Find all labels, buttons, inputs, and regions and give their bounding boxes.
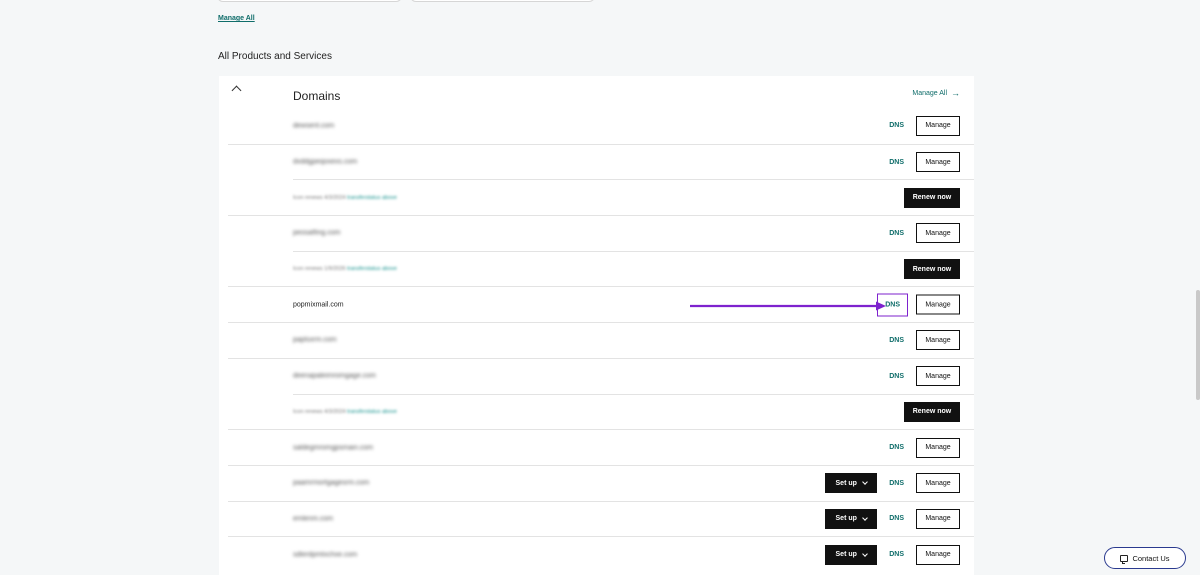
setup-label: Set up [835,551,857,559]
manage-button[interactable]: Manage [916,473,960,494]
renew-info: Icon renews 1/9/2026 transferstatus abov… [293,266,397,272]
renew-row: Icon renews 4/3/2024 transferstatus abov… [228,179,974,215]
domain-row: dxddgpeqoxexs.com DNS Manage [228,143,974,180]
dns-link[interactable]: DNS [885,120,908,131]
domain-name[interactable]: saldegmromgpsmain.com [293,444,373,451]
row-actions: DNS Manage [885,437,960,458]
dns-link[interactable]: DNS [885,442,908,453]
chevron-up-icon[interactable] [231,85,242,96]
dns-link[interactable]: DNS [885,228,908,239]
dns-link[interactable]: DNS [885,157,908,168]
manage-all-label: Manage All [912,90,947,97]
domain-name[interactable]: dewsent.com [293,122,334,129]
setup-label: Set up [835,479,857,487]
setup-button[interactable]: Set up [825,544,878,565]
renew-text: Icon renews 4/3/2024 [293,194,346,201]
renew-now-button[interactable]: Renew now [904,187,960,208]
section-title: All Products and Services [218,51,332,62]
row-actions: DNS Manage [885,366,960,387]
renew-details-link[interactable]: transferstatus above [347,195,397,201]
domain-name[interactable]: sdlerdpmtxchxe.com [293,551,357,558]
renew-info: Icon renews 4/3/2024 transferstatus abov… [293,409,397,415]
domain-name[interactable]: peosatfing.com [293,230,340,237]
domains-manage-all-link[interactable]: Manage All → [912,89,960,98]
domain-row: sdlerdpmtxchxe.com Set up DNS Manage [228,536,974,572]
domain-row: deenapaleimromgage.com DNS Manage [228,357,974,394]
manage-button[interactable]: Manage [916,115,960,136]
domain-row: paplsxrm.com DNS Manage [228,322,974,358]
manage-all-link[interactable]: Manage All [218,15,255,22]
domain-name[interactable]: deenapaleimromgage.com [293,373,376,380]
renew-now-button[interactable]: Renew now [904,259,960,280]
dns-link[interactable]: DNS [885,335,908,346]
domain-name[interactable]: emlenm.com [293,515,333,522]
row-actions: Set up DNS Manage [825,508,960,529]
domain-row: dewsent.com DNS Manage [228,108,974,144]
manage-button[interactable]: Manage [916,330,960,351]
domain-row: saldegmromgpsmain.com DNS Manage [228,429,974,465]
arrow-right-icon: → [951,88,960,98]
renew-text: Icon renews 1/9/2026 [293,266,346,273]
row-actions: Renew now [904,401,960,422]
row-actions: DNS Manage [885,152,960,173]
dns-link[interactable]: DNS [885,478,908,489]
row-actions: DNS Manage [885,330,960,351]
setup-label: Set up [835,515,857,523]
manage-button[interactable]: Manage [916,544,960,565]
setup-button[interactable]: Set up [825,508,878,529]
renew-row: Icon renews 4/3/2024 transferstatus abov… [228,393,974,430]
dns-link[interactable]: DNS [885,371,908,382]
row-actions: Set up DNS Manage [825,473,960,494]
domain-row: paamrmortgagesrm.com Set up DNS Manage [228,464,974,501]
row-actions: Renew now [904,259,960,280]
manage-button[interactable]: Manage [916,223,960,244]
row-actions: DNS Manage [885,115,960,136]
renew-details-link[interactable]: transferstatus above [347,409,397,415]
renew-row: Icon renews 1/9/2026 transferstatus abov… [228,250,974,287]
manage-button[interactable]: Manage [916,152,960,173]
domain-name[interactable]: popmixmail.com [293,301,344,308]
manage-button[interactable]: Manage [916,508,960,529]
panel-header: Domains Manage All → [219,76,974,108]
renew-now-button[interactable]: Renew now [904,401,960,422]
contact-us-button[interactable]: Contact Us [1104,547,1186,569]
scrollbar[interactable] [1196,290,1200,400]
domain-name[interactable]: paplsxrm.com [293,337,337,344]
manage-button[interactable]: Manage [916,437,960,458]
renew-text: Icon renews 4/3/2024 [293,408,346,415]
dns-link[interactable]: DNS [885,513,908,524]
domain-row: peosatfing.com DNS Manage [228,215,974,251]
product-card[interactable] [410,0,595,2]
manage-button[interactable]: Manage [916,366,960,387]
chevron-down-icon [862,479,868,486]
chat-icon [1120,554,1129,564]
row-actions: DNS Manage [885,223,960,244]
setup-button[interactable]: Set up [825,473,878,494]
top-cards [217,0,595,2]
renew-details-link[interactable]: transferstatus above [347,266,397,272]
chevron-down-icon [862,550,868,557]
row-actions: Set up DNS Manage [825,544,960,565]
renew-info: Icon renews 4/3/2024 transferstatus abov… [293,195,397,201]
manage-button[interactable]: Manage [916,294,960,315]
domains-panel: Domains Manage All → dewsent.com DNS Manag… [219,76,974,575]
dns-link[interactable]: DNS [885,549,908,560]
domain-list: dewsent.com DNS Manage dxddgpeqoxexs.com DNS… [219,108,974,572]
panel-title: Domains [293,89,341,103]
contact-us-label: Contact Us [1132,553,1170,563]
product-card[interactable] [217,0,402,2]
domain-row: emlenm.com Set up DNS Manage [228,500,974,537]
chevron-down-icon [862,515,868,521]
annotation-arrow [690,301,886,311]
domain-name[interactable]: dxddgpeqoxexs.com [293,159,357,166]
domain-name[interactable]: paamrmortgagesrm.com [293,480,369,487]
row-actions: Renew now [904,187,960,208]
